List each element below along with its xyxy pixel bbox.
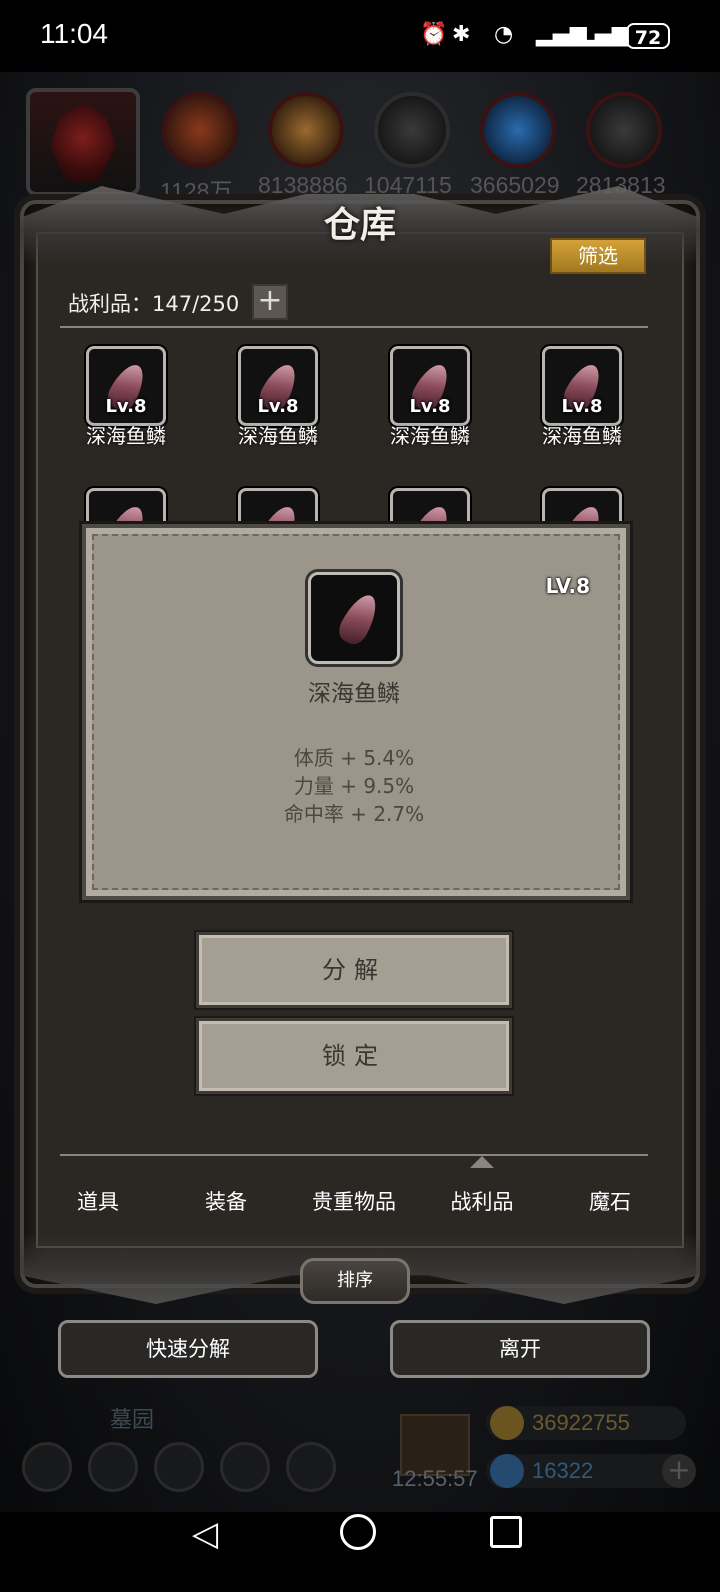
leave-button[interactable]: 离开	[390, 1320, 650, 1378]
panel-title: 仓库	[323, 204, 396, 246]
bluetooth-icon: ✱	[452, 22, 471, 47]
crystal-icon	[480, 92, 556, 168]
mail-icon	[220, 1442, 270, 1492]
inventory-item[interactable]: Lv.8 深海鱼鳞	[238, 346, 388, 466]
item-level: Lv.8	[561, 396, 603, 417]
item-name: 深海鱼鳞	[86, 424, 166, 448]
clock: 11:04	[40, 18, 108, 49]
tooltip-item-name: 深海鱼鳞	[308, 681, 400, 707]
demon-helmet-icon	[50, 102, 116, 182]
tab-equipment[interactable]: 装备	[162, 1186, 290, 1216]
decompose-button[interactable]: 分解	[196, 932, 512, 1008]
expand-capacity-button[interactable]: +	[252, 284, 288, 320]
menu-icon	[88, 1442, 138, 1492]
event-timer: 12:55:57	[392, 1466, 478, 1491]
player-avatar[interactable]	[26, 88, 140, 196]
loot-capacity: 战利品：147/250	[68, 292, 240, 316]
item-level: Lv.8	[105, 396, 147, 417]
back-icon[interactable]: ◁	[192, 1514, 218, 1554]
lock-button[interactable]: 锁定	[196, 1018, 512, 1094]
gem-amount: 16322	[532, 1458, 594, 1483]
divider	[60, 1154, 648, 1156]
menu-icon	[154, 1442, 204, 1492]
item-level: Lv.8	[409, 396, 451, 417]
gold-amount: 36922755	[532, 1410, 630, 1435]
settings-icon	[22, 1442, 72, 1492]
item-name: 深海鱼鳞	[542, 424, 622, 448]
tab-items[interactable]: 道具	[34, 1186, 162, 1216]
quick-decompose-button[interactable]: 快速分解	[58, 1320, 318, 1378]
sort-button[interactable]: 排序	[300, 1258, 410, 1304]
item-name: 深海鱼鳞	[238, 424, 318, 448]
alarm-icon: ⏰	[420, 22, 448, 47]
ore-icon	[162, 92, 238, 168]
stone-icon	[374, 92, 450, 168]
inventory-item[interactable]: Lv.8 深海鱼鳞	[542, 346, 692, 466]
wood-icon	[268, 92, 344, 168]
gold-coin-icon	[490, 1406, 524, 1440]
iron-icon	[586, 92, 662, 168]
tab-valuables[interactable]: 贵重物品	[290, 1186, 418, 1216]
signal-2-icon: ▂▄▆	[578, 22, 629, 47]
resource-value-4: 3665029	[470, 172, 560, 198]
tab-magic-stones[interactable]: 魔石	[546, 1186, 674, 1216]
tooltip-item-slot	[308, 572, 400, 664]
tooltip-stat: 力量 + 9.5%	[293, 774, 415, 798]
battery-indicator: 72	[626, 23, 670, 49]
tooltip-stat: 命中率 + 2.7%	[283, 802, 425, 826]
item-level: Lv.8	[257, 396, 299, 417]
tab-loot[interactable]: 战利品	[418, 1186, 546, 1216]
divider	[60, 326, 648, 328]
inventory-item[interactable]: Lv.8 深海鱼鳞	[86, 346, 236, 466]
menu-icon	[286, 1442, 336, 1492]
home-icon[interactable]	[340, 1514, 376, 1550]
recent-apps-icon[interactable]	[490, 1516, 522, 1548]
add-currency-icon: +	[662, 1454, 696, 1488]
wifi-icon: ◔	[494, 22, 514, 47]
item-name: 深海鱼鳞	[390, 424, 470, 448]
tooltip-stat: 体质 + 5.4%	[293, 746, 415, 770]
inventory-item[interactable]: Lv.8 深海鱼鳞	[390, 346, 540, 466]
fish-scale-icon	[334, 589, 384, 649]
filter-button[interactable]: 筛选	[550, 238, 646, 274]
location-label: 墓园	[110, 1408, 155, 1433]
tooltip-item-level: LV.8	[545, 574, 590, 598]
gem-icon	[490, 1454, 524, 1488]
